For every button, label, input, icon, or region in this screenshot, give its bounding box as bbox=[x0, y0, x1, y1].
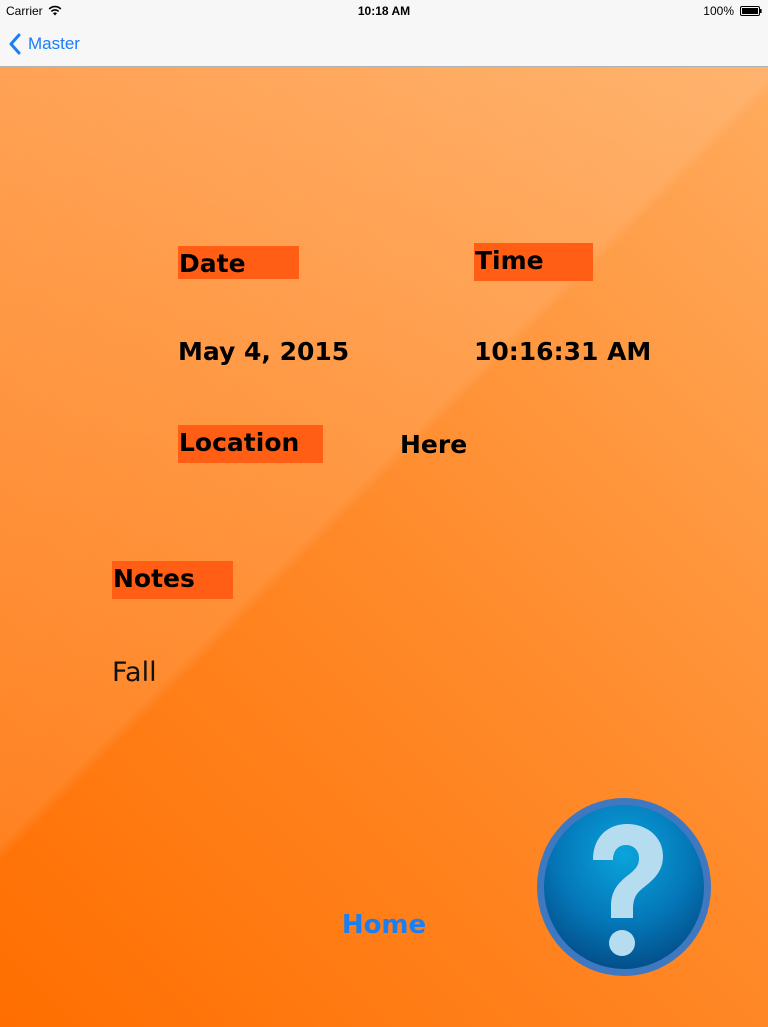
home-button[interactable]: Home bbox=[330, 905, 438, 945]
back-button-label: Master bbox=[28, 34, 80, 53]
location-value: Here bbox=[400, 430, 468, 459]
location-label: Location bbox=[179, 428, 300, 457]
navigation-bar: Master bbox=[0, 22, 768, 67]
date-label-box: Date bbox=[178, 246, 299, 279]
back-button[interactable]: Master bbox=[8, 22, 80, 66]
date-label: Date bbox=[179, 249, 246, 278]
time-label-box: Time bbox=[474, 243, 593, 281]
time-value: 10:16:31 AM bbox=[474, 337, 652, 366]
notes-value: Fall bbox=[112, 657, 157, 688]
question-mark-icon[interactable] bbox=[535, 796, 713, 978]
time-label: Time bbox=[475, 246, 544, 275]
location-label-box: Location bbox=[178, 425, 323, 463]
notes-label-box: Notes bbox=[112, 561, 233, 599]
detail-view: Date Time May 4, 2015 10:16:31 AM Locati… bbox=[0, 67, 768, 1027]
notes-label: Notes bbox=[113, 564, 195, 593]
date-value: May 4, 2015 bbox=[178, 337, 350, 366]
status-bar: Carrier 10:18 AM 100% bbox=[0, 0, 768, 22]
battery-percentage: 100% bbox=[703, 4, 734, 18]
chevron-left-icon bbox=[9, 33, 21, 55]
screen: Carrier 10:18 AM 100% Master Date Time M… bbox=[0, 0, 768, 1027]
status-time: 10:18 AM bbox=[357, 4, 411, 18]
battery-icon bbox=[740, 6, 762, 16]
